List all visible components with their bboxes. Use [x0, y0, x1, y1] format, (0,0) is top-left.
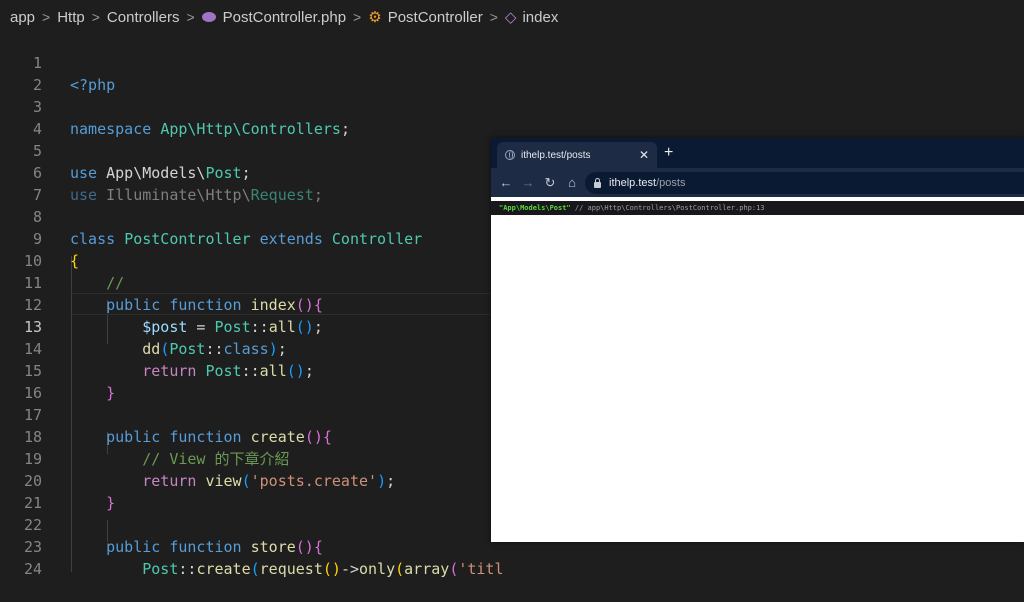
- code-token: ->: [340, 560, 359, 578]
- code-line: 5 use App\Models\Post;: [0, 118, 1024, 182]
- browser-tabstrip: ithelp.test/posts ✕ +: [491, 138, 1024, 168]
- dump-location: // app\Http\Controllers\PostController.p…: [570, 204, 765, 212]
- chevron-right-icon: >: [489, 9, 498, 25]
- lock-icon[interactable]: [594, 177, 601, 188]
- code-token: request: [259, 560, 323, 578]
- line-number: 24: [23, 560, 42, 578]
- dump-value: "App\Models\Post": [499, 204, 571, 212]
- browser-tab[interactable]: ithelp.test/posts ✕: [497, 142, 657, 168]
- browser-window: ithelp.test/posts ✕ + ← → ↻ ⌂ ithelp.tes…: [491, 138, 1024, 542]
- code-line: 2: [0, 52, 1024, 94]
- php-elephant-icon: [201, 12, 216, 22]
- breadcrumb-method[interactable]: index: [522, 9, 558, 26]
- method-cube-icon: ◇: [504, 9, 517, 26]
- breadcrumb-controllers[interactable]: Controllers: [107, 9, 180, 26]
- code-token: array: [404, 560, 450, 578]
- code-token: Post: [142, 560, 179, 578]
- breadcrumb-class[interactable]: PostController: [388, 9, 483, 26]
- breadcrumb-app[interactable]: app: [10, 9, 35, 26]
- code-line: 3 namespace App\Http\Controllers;: [0, 74, 1024, 138]
- code-token: create: [196, 560, 251, 578]
- url-path: /posts: [656, 177, 686, 189]
- chevron-right-icon: >: [186, 9, 195, 25]
- forward-button[interactable]: →: [517, 175, 539, 190]
- breadcrumb-http[interactable]: Http: [57, 9, 85, 26]
- code-token: ::: [178, 560, 197, 578]
- close-icon[interactable]: ✕: [639, 148, 649, 162]
- class-symbol-icon: ⚙: [368, 9, 382, 26]
- browser-toolbar: ← → ↻ ⌂ ithelp.test/posts: [491, 168, 1024, 197]
- code-token: 'titl: [458, 560, 504, 578]
- tab-title: ithelp.test/posts: [521, 149, 591, 161]
- code-line: 1 <?php: [0, 30, 1024, 94]
- home-button[interactable]: ⌂: [561, 175, 583, 190]
- back-button[interactable]: ←: [495, 175, 517, 190]
- breadcrumb-file[interactable]: PostController.php: [223, 9, 346, 26]
- chevron-right-icon: >: [91, 9, 100, 25]
- code-token: only: [359, 560, 396, 578]
- editor-breadcrumb: app > Http > Controllers > PostControlle…: [0, 0, 1024, 34]
- dump-output: "App\Models\Post" // app\Http\Controller…: [491, 201, 1024, 215]
- url-host: ithelp.test: [609, 177, 657, 189]
- address-bar[interactable]: ithelp.test/posts: [585, 172, 1024, 194]
- new-tab-button[interactable]: +: [664, 144, 673, 162]
- chevron-right-icon: >: [42, 9, 51, 25]
- chevron-right-icon: >: [353, 9, 362, 25]
- globe-icon: [505, 150, 515, 160]
- code-line: 4: [0, 96, 1024, 138]
- reload-button[interactable]: ↻: [539, 175, 561, 191]
